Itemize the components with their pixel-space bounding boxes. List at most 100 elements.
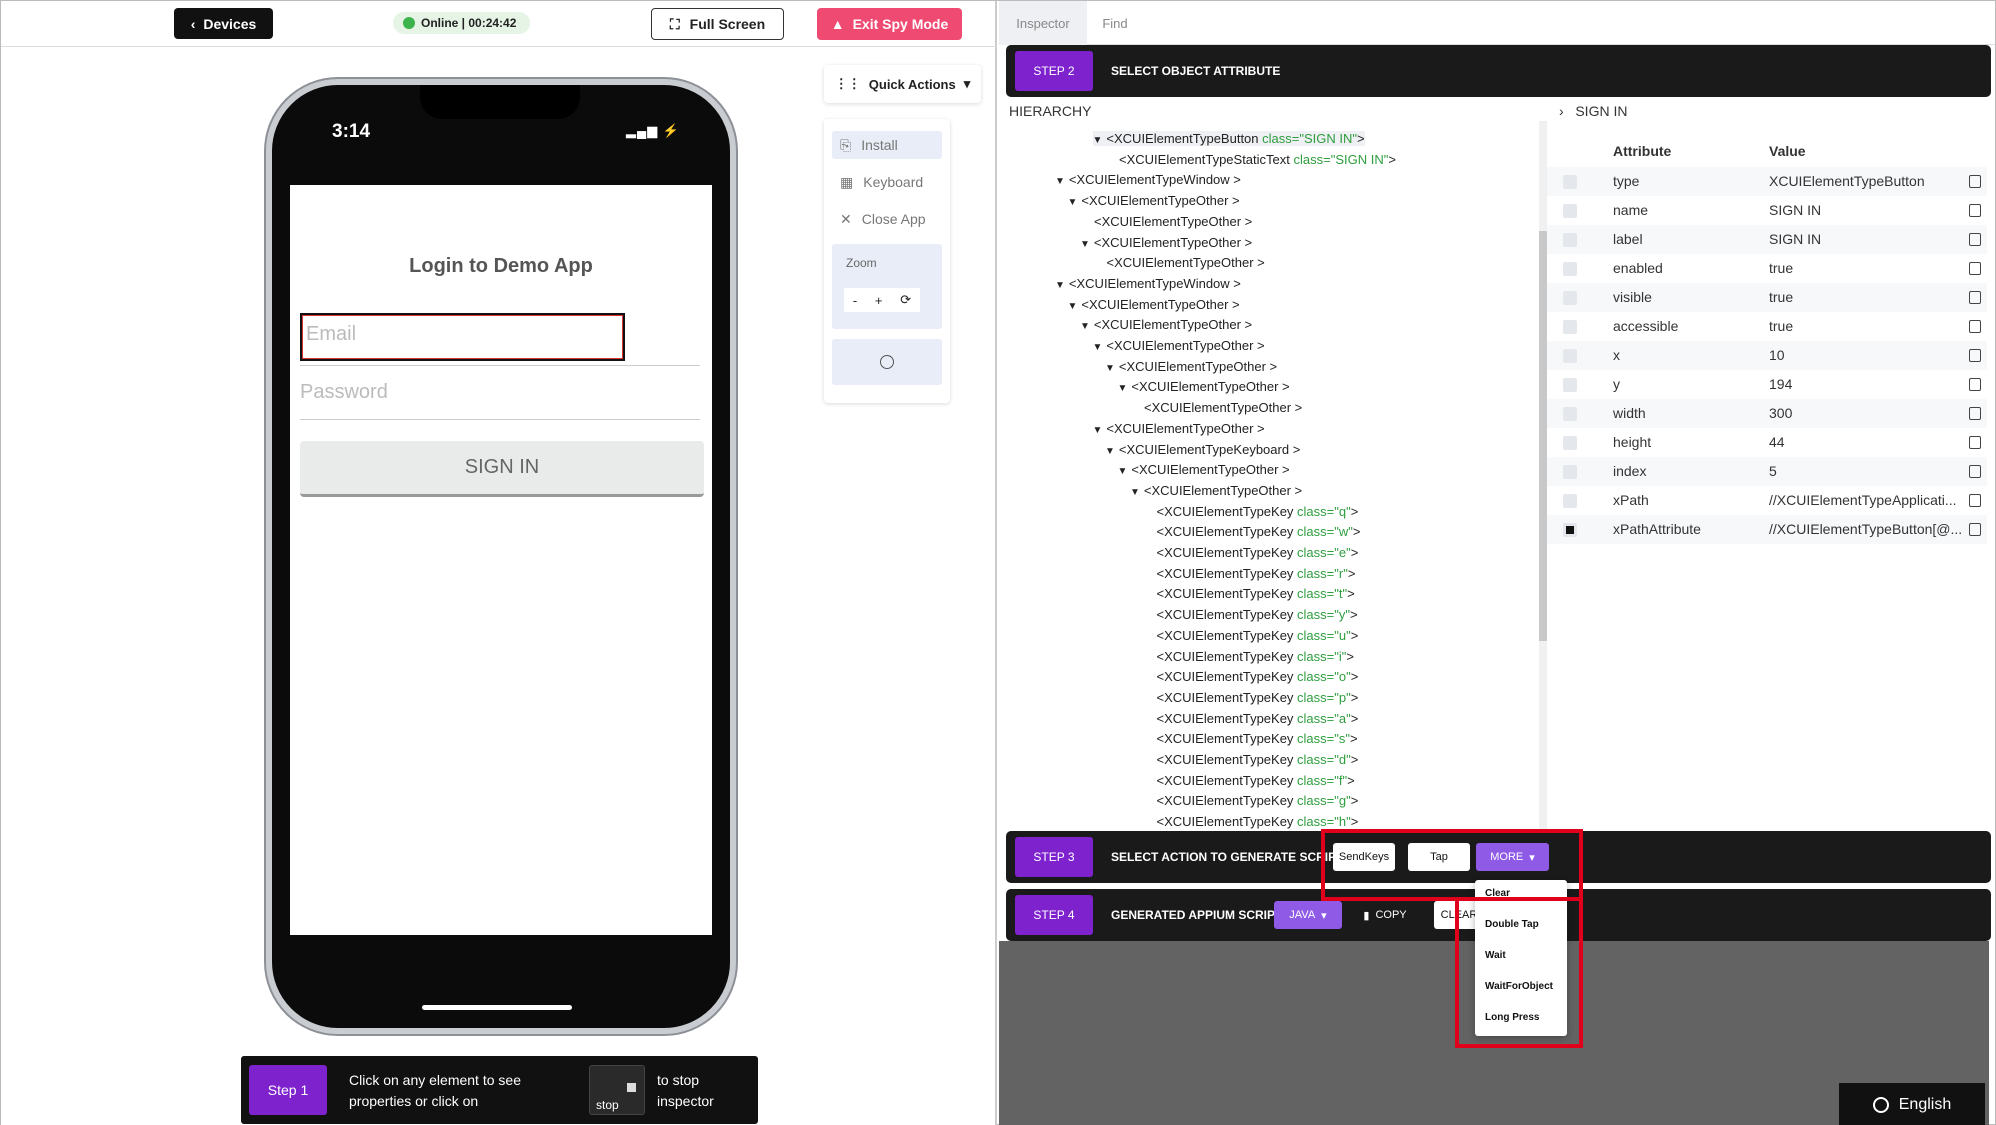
tree-node[interactable]: <XCUIElementTypeKey class="r"> <box>1157 566 1356 581</box>
tree-node[interactable]: <XCUIElementTypeKey class="e"> <box>1157 545 1359 560</box>
attribute-row[interactable]: index 5 <box>1547 457 1987 486</box>
copy-icon[interactable] <box>1969 436 1981 449</box>
tree-node[interactable]: <XCUIElementTypeKey class="t"> <box>1157 586 1355 601</box>
exit-spy-mode-button[interactable]: ▲ Exit Spy Mode <box>817 8 962 40</box>
tree-node[interactable]: <XCUIElementTypeKey class="s"> <box>1157 731 1358 746</box>
tree-node[interactable]: ▼ <XCUIElementTypeOther > <box>1068 297 1240 312</box>
expand-caret-icon[interactable]: ▼ <box>1130 487 1140 498</box>
attribute-row[interactable]: enabled true <box>1547 254 1987 283</box>
tree-node[interactable]: <XCUIElementTypeKey class="w"> <box>1157 524 1361 539</box>
tree-node[interactable]: <XCUIElementTypeOther > <box>1094 214 1252 229</box>
full-screen-button[interactable]: ⛶ Full Screen <box>651 8 784 40</box>
tree-node[interactable]: <XCUIElementTypeKey class="i"> <box>1157 649 1354 664</box>
tree-node[interactable]: ▼ <XCUIElementTypeOther > <box>1118 379 1290 394</box>
zoom-in-button[interactable]: + <box>875 293 883 308</box>
copy-icon[interactable] <box>1969 175 1981 188</box>
tree-node[interactable]: ▼ <XCUIElementTypeWindow > <box>1055 276 1241 291</box>
close-app-button[interactable]: ✕ Close App <box>832 205 942 233</box>
tree-node[interactable]: <XCUIElementTypeKey class="o"> <box>1157 669 1359 684</box>
expand-caret-icon[interactable]: ▼ <box>1068 301 1078 312</box>
tree-node[interactable]: <XCUIElementTypeOther > <box>1144 400 1302 415</box>
attribute-checkbox[interactable] <box>1563 262 1577 276</box>
tree-node[interactable]: ▼ <XCUIElementTypeOther > <box>1093 421 1265 436</box>
attribute-row[interactable]: xPath //XCUIElementTypeApplicati... <box>1547 486 1987 515</box>
hierarchy-tree[interactable]: ▼ <XCUIElementTypeButton class="SIGN IN">… <box>999 129 1539 829</box>
tab-inspector[interactable]: Inspector <box>999 1 1087 45</box>
phone-screen[interactable]: Login to Demo App Email Password SIGN IN <box>290 185 712 935</box>
sign-in-button[interactable]: SIGN IN <box>300 441 704 497</box>
tree-node[interactable]: <XCUIElementTypeKey class="u"> <box>1157 628 1359 643</box>
tree-node[interactable]: <XCUIElementTypeKey class="f"> <box>1157 773 1355 788</box>
tree-node[interactable]: <XCUIElementTypeKey class="h"> <box>1157 814 1359 829</box>
attribute-checkbox[interactable] <box>1563 291 1577 305</box>
attribute-checkbox[interactable] <box>1563 204 1577 218</box>
attribute-row[interactable]: x 10 <box>1547 341 1987 370</box>
scrollbar-thumb[interactable] <box>1539 231 1547 641</box>
tree-node[interactable]: ▼ <XCUIElementTypeOther > <box>1080 235 1252 250</box>
tree-node[interactable]: <XCUIElementTypeStaticText class="SIGN I… <box>1119 152 1396 167</box>
attribute-checkbox[interactable] <box>1563 378 1577 392</box>
expand-caret-icon[interactable]: ▼ <box>1093 342 1103 353</box>
devices-button[interactable]: ‹ Devices <box>174 8 273 39</box>
expand-caret-icon[interactable]: ▼ <box>1080 321 1090 332</box>
quick-actions-button[interactable]: ⋮⋮ Quick Actions ▾ <box>824 65 981 103</box>
copy-icon[interactable] <box>1969 204 1981 217</box>
expand-caret-icon[interactable]: ▼ <box>1055 280 1065 291</box>
keyboard-button[interactable]: ▦ Keyboard <box>832 168 942 196</box>
zoom-reset-icon[interactable]: ⟳ <box>900 292 911 308</box>
attribute-row[interactable]: xPathAttribute //XCUIElementTypeButton[@.… <box>1547 515 1987 544</box>
tree-node[interactable]: ▼ <XCUIElementTypeOther > <box>1068 193 1240 208</box>
tree-node[interactable]: ▼ <XCUIElementTypeOther > <box>1118 462 1290 477</box>
attribute-row[interactable]: height 44 <box>1547 428 1987 457</box>
expand-caret-icon[interactable]: ▼ <box>1118 466 1128 477</box>
attribute-row[interactable]: label SIGN IN <box>1547 225 1987 254</box>
copy-icon[interactable] <box>1969 233 1981 246</box>
attribute-row[interactable]: accessible true <box>1547 312 1987 341</box>
copy-icon[interactable] <box>1969 407 1981 420</box>
attribute-checkbox[interactable] <box>1563 436 1577 450</box>
expand-caret-icon[interactable]: ▼ <box>1105 363 1115 374</box>
copy-icon[interactable] <box>1969 523 1981 536</box>
copy-icon[interactable] <box>1969 320 1981 333</box>
tree-node[interactable]: ▼ <XCUIElementTypeOther > <box>1080 317 1252 332</box>
expand-caret-icon[interactable]: ▼ <box>1093 135 1103 146</box>
zoom-out-button[interactable]: - <box>853 293 857 308</box>
attribute-row[interactable]: type XCUIElementTypeButton <box>1547 167 1987 196</box>
attribute-checkbox[interactable] <box>1563 407 1577 421</box>
attribute-row[interactable]: y 194 <box>1547 370 1987 399</box>
attribute-checkbox[interactable] <box>1563 233 1577 247</box>
attribute-row[interactable]: name SIGN IN <box>1547 196 1987 225</box>
tree-node[interactable]: ▼ <XCUIElementTypeOther > <box>1105 359 1277 374</box>
tree-node[interactable]: <XCUIElementTypeKey class="a"> <box>1157 711 1359 726</box>
tree-node[interactable]: ▼ <XCUIElementTypeOther > <box>1093 338 1265 353</box>
expand-caret-icon[interactable]: ▼ <box>1093 425 1103 436</box>
copy-button[interactable]: ▮ COPY <box>1354 901 1416 929</box>
tree-node[interactable]: <XCUIElementTypeOther > <box>1107 255 1265 270</box>
attribute-checkbox[interactable] <box>1563 523 1577 537</box>
attribute-row[interactable]: visible true <box>1547 283 1987 312</box>
password-field[interactable]: Password <box>300 381 700 411</box>
attribute-checkbox[interactable] <box>1563 349 1577 363</box>
tree-node[interactable]: <XCUIElementTypeKey class="y"> <box>1157 607 1358 622</box>
stop-inspector-button[interactable]: stop <box>589 1065 645 1115</box>
tree-node[interactable]: ▼ <XCUIElementTypeButton class="SIGN IN"> <box>1092 131 1365 146</box>
tree-node[interactable]: <XCUIElementTypeKey class="g"> <box>1157 793 1359 808</box>
tree-node[interactable]: <XCUIElementTypeKey class="d"> <box>1157 752 1359 767</box>
tree-node[interactable]: ▼ <XCUIElementTypeOther > <box>1130 483 1302 498</box>
copy-icon[interactable] <box>1969 262 1981 275</box>
expand-caret-icon[interactable]: ▼ <box>1068 197 1078 208</box>
tree-node[interactable]: <XCUIElementTypeKey class="q"> <box>1157 504 1359 519</box>
tab-find[interactable]: Find <box>1087 1 1143 45</box>
copy-icon[interactable] <box>1969 494 1981 507</box>
tree-node[interactable]: ▼ <XCUIElementTypeWindow > <box>1055 172 1241 187</box>
expand-caret-icon[interactable]: ▼ <box>1118 383 1128 394</box>
attribute-checkbox[interactable] <box>1563 494 1577 508</box>
language-button[interactable]: English <box>1839 1083 1985 1125</box>
copy-icon[interactable] <box>1969 291 1981 304</box>
expand-caret-icon[interactable]: ▼ <box>1055 176 1065 187</box>
record-button[interactable] <box>832 339 942 385</box>
copy-icon[interactable] <box>1969 378 1981 391</box>
attribute-checkbox[interactable] <box>1563 175 1577 189</box>
copy-icon[interactable] <box>1969 349 1981 362</box>
attribute-checkbox[interactable] <box>1563 465 1577 479</box>
